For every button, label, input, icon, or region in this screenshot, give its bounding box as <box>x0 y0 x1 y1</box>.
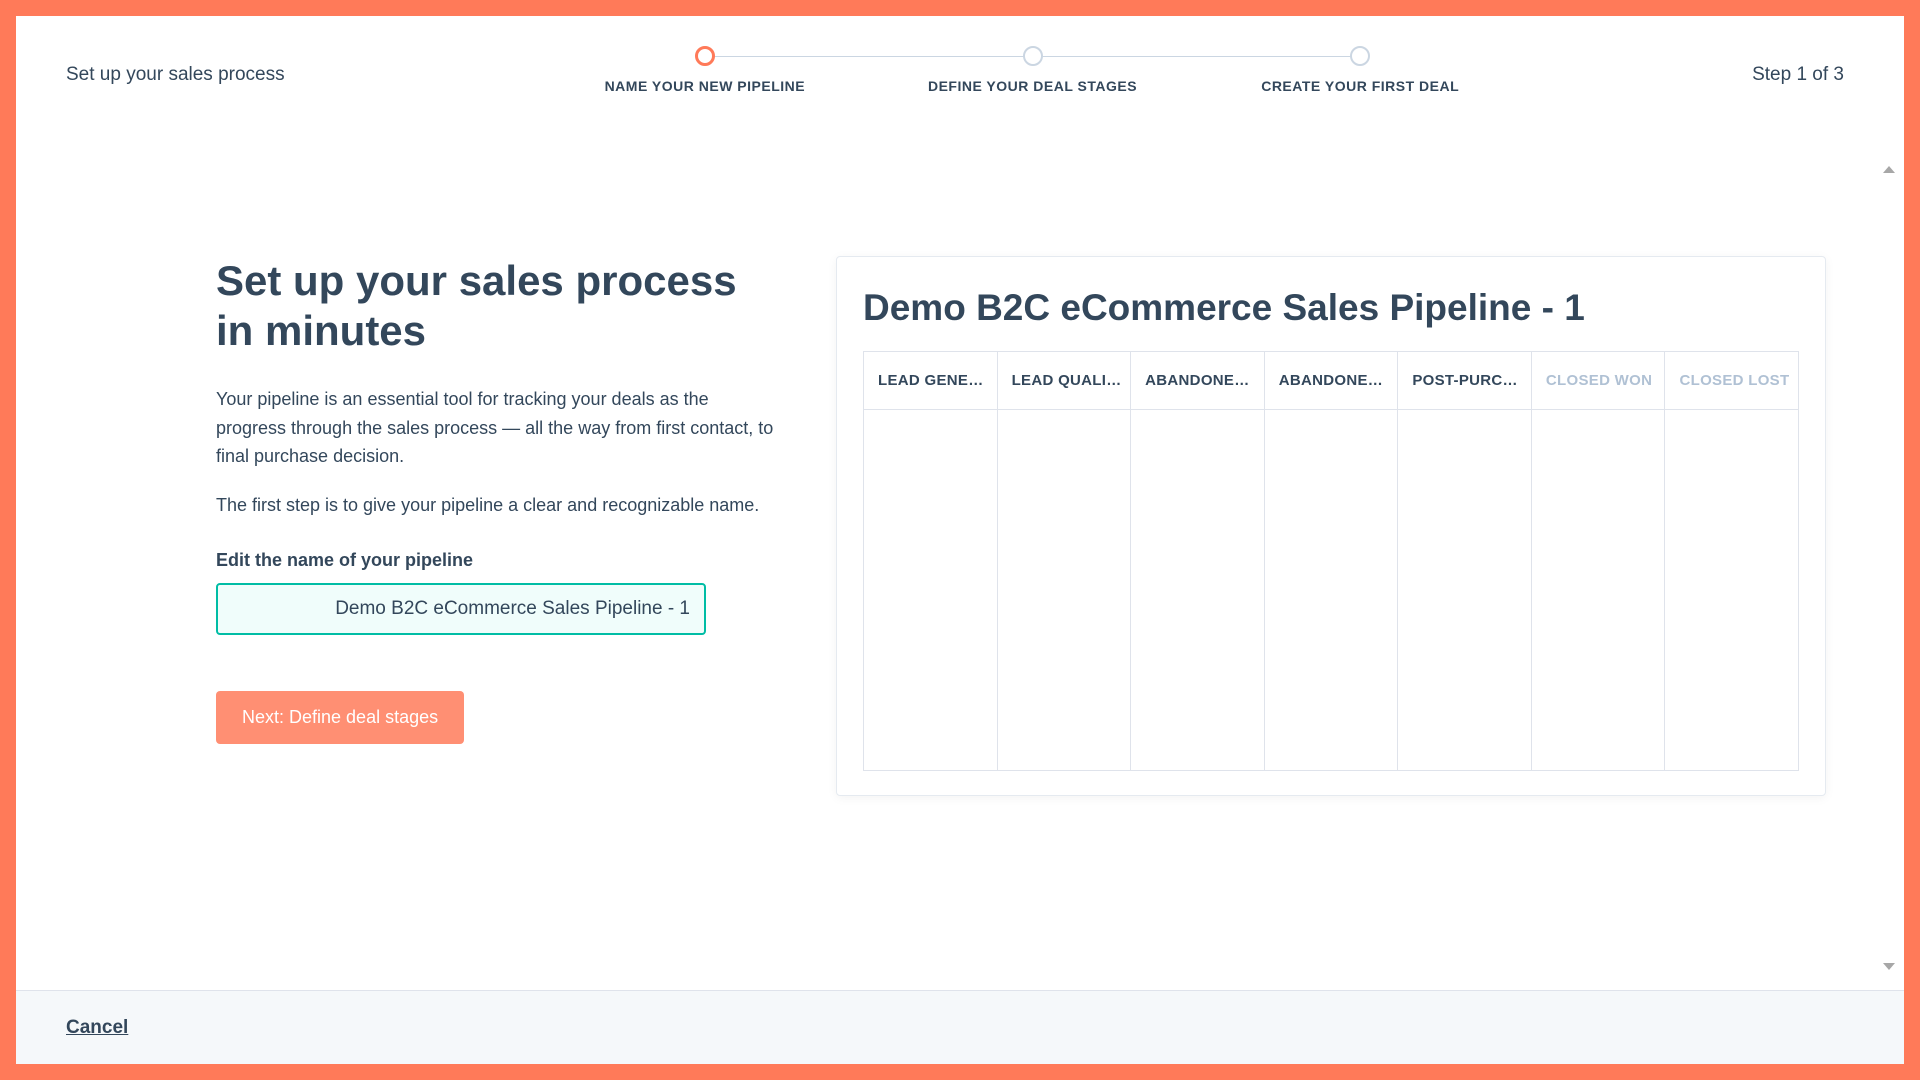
stage-header-closed-won: CLOSED WON <box>1532 352 1665 410</box>
step-name-pipeline[interactable]: NAME YOUR NEW PIPELINE <box>541 46 869 94</box>
pipeline-preview-panel: Demo B2C eCommerce Sales Pipeline - 1 LE… <box>836 256 1826 796</box>
app-frame: Set up your sales process Step 1 of 3 NA… <box>0 0 1920 1080</box>
scroll-up-icon[interactable] <box>1883 166 1895 173</box>
scroll-down-icon[interactable] <box>1883 963 1895 970</box>
wizard-title: Set up your sales process <box>66 64 285 86</box>
stepper: NAME YOUR NEW PIPELINE DEFINE YOUR DEAL … <box>541 46 1524 94</box>
next-button[interactable]: Next: Define deal stages <box>216 691 464 744</box>
stage-header: ABANDONE… <box>1265 352 1398 410</box>
step-label: CREATE YOUR FIRST DEAL <box>1196 78 1524 94</box>
stage-column: CLOSED WON <box>1532 352 1666 770</box>
pipeline-name-input[interactable] <box>216 583 706 635</box>
step-connector <box>1033 56 1361 57</box>
app-window: Set up your sales process Step 1 of 3 NA… <box>16 16 1904 1064</box>
stage-column: ABANDONE… <box>1131 352 1265 770</box>
stage-column: ABANDONE… <box>1265 352 1399 770</box>
step-label: DEFINE YOUR DEAL STAGES <box>869 78 1197 94</box>
cancel-link[interactable]: Cancel <box>66 1017 128 1039</box>
intro-paragraph-2: The first step is to give your pipeline … <box>216 491 776 520</box>
step-connector <box>705 56 1033 57</box>
stage-header: POST-PURC… <box>1398 352 1531 410</box>
step-circle-icon <box>1350 46 1370 66</box>
vertical-scrollbar[interactable] <box>1880 166 1898 970</box>
step-label: NAME YOUR NEW PIPELINE <box>541 78 869 94</box>
stage-column: LEAD GENE… <box>864 352 998 770</box>
step-circle-active-icon <box>695 46 715 66</box>
stage-header: LEAD QUALI… <box>998 352 1131 410</box>
stage-header: LEAD GENE… <box>864 352 997 410</box>
form-column: Set up your sales process in minutes You… <box>216 256 776 950</box>
step-create-deal[interactable]: CREATE YOUR FIRST DEAL <box>1196 46 1524 94</box>
main-content: Set up your sales process in minutes You… <box>16 116 1904 990</box>
step-counter: Step 1 of 3 <box>1752 64 1844 86</box>
wizard-footer: Cancel <box>16 990 1904 1064</box>
stage-column: CLOSED LOST <box>1665 352 1798 770</box>
pipeline-preview-title: Demo B2C eCommerce Sales Pipeline - 1 <box>863 287 1799 329</box>
step-define-stages[interactable]: DEFINE YOUR DEAL STAGES <box>869 46 1197 94</box>
stage-header-closed-lost: CLOSED LOST <box>1665 352 1798 410</box>
stage-table: LEAD GENE… LEAD QUALI… ABANDONE… ABANDON… <box>863 351 1799 771</box>
scroll-region: Set up your sales process in minutes You… <box>16 156 1878 990</box>
stage-column: LEAD QUALI… <box>998 352 1132 770</box>
intro-paragraph-1: Your pipeline is an essential tool for t… <box>216 385 776 471</box>
step-circle-icon <box>1023 46 1043 66</box>
page-heading: Set up your sales process in minutes <box>216 256 776 357</box>
stage-header: ABANDONE… <box>1131 352 1264 410</box>
stage-column: POST-PURC… <box>1398 352 1532 770</box>
pipeline-name-label: Edit the name of your pipeline <box>216 550 776 571</box>
wizard-header: Set up your sales process Step 1 of 3 NA… <box>16 16 1904 116</box>
